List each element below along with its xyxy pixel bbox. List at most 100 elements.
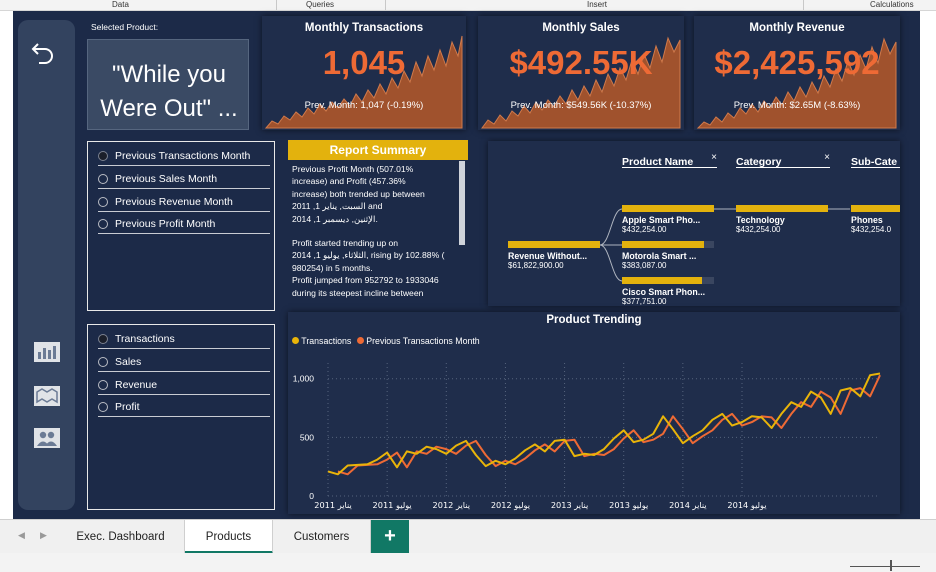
summary-scrollbar[interactable] xyxy=(459,161,465,245)
tab-scroll-right[interactable]: ▶ xyxy=(40,530,47,541)
slicer-option-label: Previous Profit Month xyxy=(115,218,216,230)
decomp-node-product[interactable]: Cisco Smart Phon... $377,751.00 xyxy=(622,277,714,306)
decomp-node-subcategory[interactable]: Phones $432,254.0 xyxy=(851,205,900,234)
ribbon-group-queries[interactable]: Queries xyxy=(306,0,334,10)
kpi-value: $2,425,592 xyxy=(714,44,880,81)
tab-customers[interactable]: Customers xyxy=(273,520,371,554)
x-tick-label: 2012 يوليو xyxy=(491,500,530,510)
decomp-bar xyxy=(851,205,900,212)
y-tick-label: 500 xyxy=(300,432,314,442)
decomp-node-product[interactable]: Motorola Smart ... $383,087.00 xyxy=(622,241,714,270)
ribbon-separator xyxy=(385,0,386,10)
decomp-node-label: Motorola Smart ... xyxy=(622,251,697,261)
slicer-option[interactable]: Previous Sales Month xyxy=(98,171,270,189)
report-summary-title: Report Summary xyxy=(288,140,468,160)
radio-dot[interactable] xyxy=(98,219,108,229)
x-tick-label: 2013 يناير xyxy=(551,500,589,510)
back-arrow-icon[interactable] xyxy=(30,38,56,64)
summary-line: increase) both trended up between xyxy=(292,188,425,199)
ribbon-group-insert[interactable]: Insert xyxy=(587,0,607,10)
selected-product-card: "While you Were Out" ... xyxy=(87,39,249,130)
x-tick-label: 2011 يوليو xyxy=(373,500,412,510)
decomp-bar xyxy=(736,205,828,212)
summary-text-block: Previous Profit Month (507.01% increase)… xyxy=(292,163,457,299)
ribbon-separator xyxy=(803,0,804,10)
selected-product-name: "While you Were Out" ... xyxy=(100,61,238,122)
decomp-bar xyxy=(622,241,714,248)
selected-product-label: Selected Product: xyxy=(91,22,159,32)
radio-dot[interactable] xyxy=(98,334,108,344)
slicer-option[interactable]: Sales xyxy=(98,354,270,372)
slicer-option[interactable]: Transactions xyxy=(98,331,270,349)
bar-chart-icon[interactable] xyxy=(34,342,60,362)
decomp-bar-fill xyxy=(622,277,702,284)
tab-exec-dashboard[interactable]: Exec. Dashboard xyxy=(57,520,185,554)
radio-dot[interactable] xyxy=(98,357,108,367)
slicer-option-label: Transactions xyxy=(115,333,175,345)
summary-line: increase) and Profit (457.36% xyxy=(292,176,406,187)
radio-dot[interactable] xyxy=(98,197,108,207)
x-tick-label: 2011 يناير xyxy=(314,500,352,510)
slicer-option[interactable]: Previous Transactions Month xyxy=(98,148,270,166)
slicer-option[interactable]: Previous Profit Month xyxy=(98,216,270,234)
decomp-node-value: $432,254.00 xyxy=(622,225,667,234)
x-tick-label: 2012 يناير xyxy=(433,500,471,510)
people-icon[interactable] xyxy=(34,428,60,448)
decomp-node-label: Technology xyxy=(736,215,785,225)
decomp-node-label: Apple Smart Pho... xyxy=(622,215,701,225)
slicer-option-label: Profit xyxy=(115,401,140,413)
radio-dot[interactable] xyxy=(98,380,108,390)
summary-line: Previous Profit Month (507.01% xyxy=(292,164,414,174)
decomp-node-product[interactable]: Apple Smart Pho... $432,254.00 xyxy=(622,205,714,234)
kpi-prev-month: Prev. Month: $549.56K (-10.37%) xyxy=(510,100,652,111)
report-summary: Report Summary Previous Profit Month (50… xyxy=(288,140,468,300)
summary-line: during its steepest incline between xyxy=(292,287,424,298)
status-bar xyxy=(0,553,936,572)
kpi-card-sales: Monthly Sales $492.55K Prev. Month: $549… xyxy=(478,16,684,130)
kpi-card-transactions: Monthly Transactions 1,045 Prev. Month: … xyxy=(262,16,466,130)
decomp-node-root[interactable]: Revenue Without... $61,822,900.00 xyxy=(508,241,600,270)
metric-slicer: Transactions Sales Revenue Profit xyxy=(87,324,275,510)
radio-dot[interactable] xyxy=(98,151,108,161)
kpi-value: $492.55K xyxy=(509,44,653,81)
zoom-slider[interactable] xyxy=(850,566,920,567)
tab-scroll-left[interactable]: ◀ xyxy=(18,530,25,541)
ribbon-group-calculations[interactable]: Calculations xyxy=(870,0,914,10)
slicer-option[interactable]: Profit xyxy=(98,399,270,417)
kpi-title: Monthly Transactions xyxy=(304,22,424,34)
decomp-node-value: $377,751.00 xyxy=(622,297,667,306)
slicer-option[interactable]: Revenue xyxy=(98,377,270,395)
series-line-previous-transactions-month[interactable] xyxy=(337,374,881,476)
zoom-slider-thumb[interactable] xyxy=(890,560,892,571)
add-page-button[interactable]: + xyxy=(371,520,409,554)
kpi-title: Monthly Sales xyxy=(542,22,620,34)
decomp-node-label: Revenue Without... xyxy=(508,251,588,261)
decomp-node-category[interactable]: Technology $432,254.00 xyxy=(736,205,828,234)
slicer-option[interactable]: Previous Revenue Month xyxy=(98,194,270,212)
radio-dot[interactable] xyxy=(98,402,108,412)
slicer-option-label: Revenue xyxy=(115,379,158,391)
decomposition-tree: Product Name × Category × Sub-Cate Reven… xyxy=(488,141,900,306)
decomp-bar-fill xyxy=(622,241,704,248)
map-icon[interactable] xyxy=(34,386,60,406)
x-tick-label: 2013 يوليو xyxy=(609,500,648,510)
slicer-option-label: Sales xyxy=(115,356,142,368)
product-trending-chart: Product Trending Transactions Previous T… xyxy=(288,312,900,514)
y-tick-label: 1,000 xyxy=(293,374,315,384)
decomp-node-value: $383,087.00 xyxy=(622,261,667,270)
ribbon-group-data[interactable]: Data xyxy=(112,0,129,10)
nav-sidebar xyxy=(18,20,75,510)
kpi-prev-month: Prev. Month: 1,047 (-0.19%) xyxy=(304,100,424,111)
summary-line: 980254) in 5 months. xyxy=(292,262,373,273)
kpi-prev-month: Prev. Month: $2.65M (-8.63%) xyxy=(733,100,861,111)
decomp-node-label: Cisco Smart Phon... xyxy=(622,287,706,297)
slicer-option-label: Previous Sales Month xyxy=(115,173,218,185)
tab-products[interactable]: Products xyxy=(185,520,273,554)
slicer-option-label: Previous Transactions Month xyxy=(115,150,251,162)
decomp-bar xyxy=(622,205,714,212)
slicer-option-label: Previous Revenue Month xyxy=(115,196,233,208)
summary-line: 2014 ,الإثنين, ديسمبر 1. xyxy=(292,213,378,224)
radio-dot[interactable] xyxy=(98,174,108,184)
kpi-title: Monthly Revenue xyxy=(749,22,845,34)
comparison-slicer: Previous Transactions Month Previous Sal… xyxy=(87,141,275,311)
